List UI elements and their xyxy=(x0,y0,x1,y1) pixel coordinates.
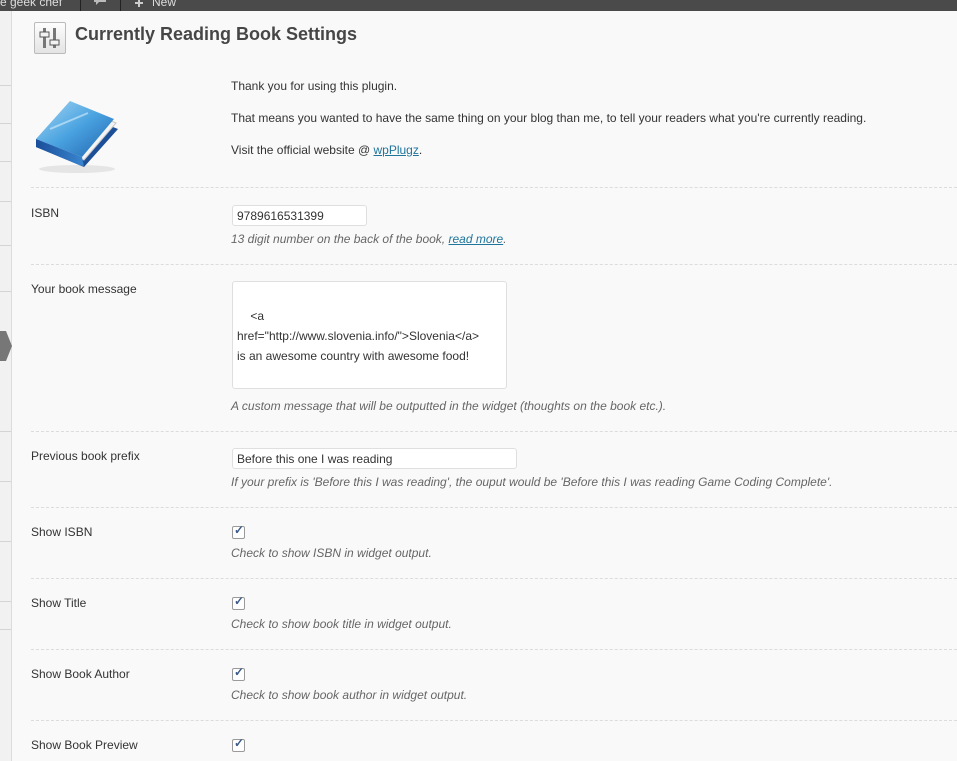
visit-prefix: Visit the official website @ xyxy=(231,143,374,157)
section-divider xyxy=(31,264,957,265)
show-isbn-label: Show ISBN xyxy=(31,525,93,539)
admin-bar-separator xyxy=(120,0,121,11)
menu-divider xyxy=(0,481,11,482)
admin-bar-separator xyxy=(80,0,81,11)
isbn-desc-suffix: . xyxy=(503,232,507,246)
book-message-textarea[interactable]: <a href="http://www.slovenia.info/">Slov… xyxy=(232,281,507,389)
site-name-link[interactable]: e geek chef xyxy=(0,0,62,9)
previous-prefix-description: If your prefix is 'Before this I was rea… xyxy=(231,475,833,489)
isbn-description: 13 digit number on the back of the book,… xyxy=(231,232,507,246)
previous-prefix-input[interactable] xyxy=(232,448,517,469)
show-author-description: Check to show book author in widget outp… xyxy=(231,688,468,702)
settings-sliders-icon xyxy=(34,22,66,54)
section-divider xyxy=(31,720,957,721)
main-content: Currently Reading Book Settings Thank yo… xyxy=(12,11,957,761)
previous-prefix-label: Previous book prefix xyxy=(31,449,140,463)
checkmark-icon: ✓ xyxy=(234,523,245,537)
checkmark-icon: ✓ xyxy=(234,594,245,608)
book-message-description: A custom message that will be outputted … xyxy=(231,399,667,413)
section-divider xyxy=(31,649,957,650)
current-menu-arrow-icon xyxy=(0,331,12,361)
show-title-description: Check to show book title in widget outpu… xyxy=(231,617,452,631)
isbn-input[interactable] xyxy=(232,205,367,226)
admin-bar: e geek chef New xyxy=(0,0,957,11)
admin-side-menu xyxy=(0,11,12,761)
visit-suffix: . xyxy=(418,143,423,157)
show-isbn-checkbox[interactable]: ✓ xyxy=(232,523,245,539)
menu-divider xyxy=(0,541,11,542)
menu-divider xyxy=(0,431,11,432)
show-author-label: Show Book Author xyxy=(31,667,130,681)
menu-divider xyxy=(0,291,11,292)
isbn-label: ISBN xyxy=(31,206,60,220)
show-title-label: Show Title xyxy=(31,596,87,610)
section-divider xyxy=(31,578,957,579)
menu-divider xyxy=(0,85,11,86)
menu-divider xyxy=(0,245,11,246)
section-divider xyxy=(31,187,957,188)
new-content-link[interactable]: New xyxy=(152,0,176,9)
intro-visit: Visit the official website @ wpPlugz. xyxy=(231,143,422,157)
book-message-value: <a href="http://www.slovenia.info/">Slov… xyxy=(237,309,479,363)
section-divider xyxy=(31,507,957,508)
intro-purpose: That means you wanted to have the same t… xyxy=(231,111,867,125)
menu-divider xyxy=(0,629,11,630)
page-title: Currently Reading Book Settings xyxy=(75,24,358,44)
checkmark-icon: ✓ xyxy=(234,665,245,679)
isbn-desc-text: 13 digit number on the back of the book, xyxy=(231,232,449,246)
checkmark-icon: ✓ xyxy=(234,736,245,750)
menu-divider xyxy=(0,123,11,124)
comments-icon[interactable] xyxy=(93,0,107,6)
resize-handle-icon[interactable] xyxy=(497,379,505,387)
show-isbn-description: Check to show ISBN in widget output. xyxy=(231,546,432,560)
menu-divider xyxy=(0,601,11,602)
read-more-link[interactable]: read more xyxy=(448,232,503,246)
section-divider xyxy=(31,431,957,432)
plus-icon[interactable] xyxy=(135,0,143,7)
show-title-checkbox[interactable]: ✓ xyxy=(232,594,245,610)
menu-divider xyxy=(0,201,11,202)
menu-divider xyxy=(0,161,11,162)
show-preview-checkbox[interactable]: ✓ xyxy=(232,736,245,752)
show-preview-label: Show Book Preview xyxy=(31,738,138,752)
book-message-label: Your book message xyxy=(31,282,137,296)
intro-thanks: Thank you for using this plugin. xyxy=(231,79,398,93)
wpplugz-link[interactable]: wpPlugz xyxy=(373,143,418,157)
show-author-checkbox[interactable]: ✓ xyxy=(232,665,245,681)
book-icon xyxy=(32,89,122,175)
